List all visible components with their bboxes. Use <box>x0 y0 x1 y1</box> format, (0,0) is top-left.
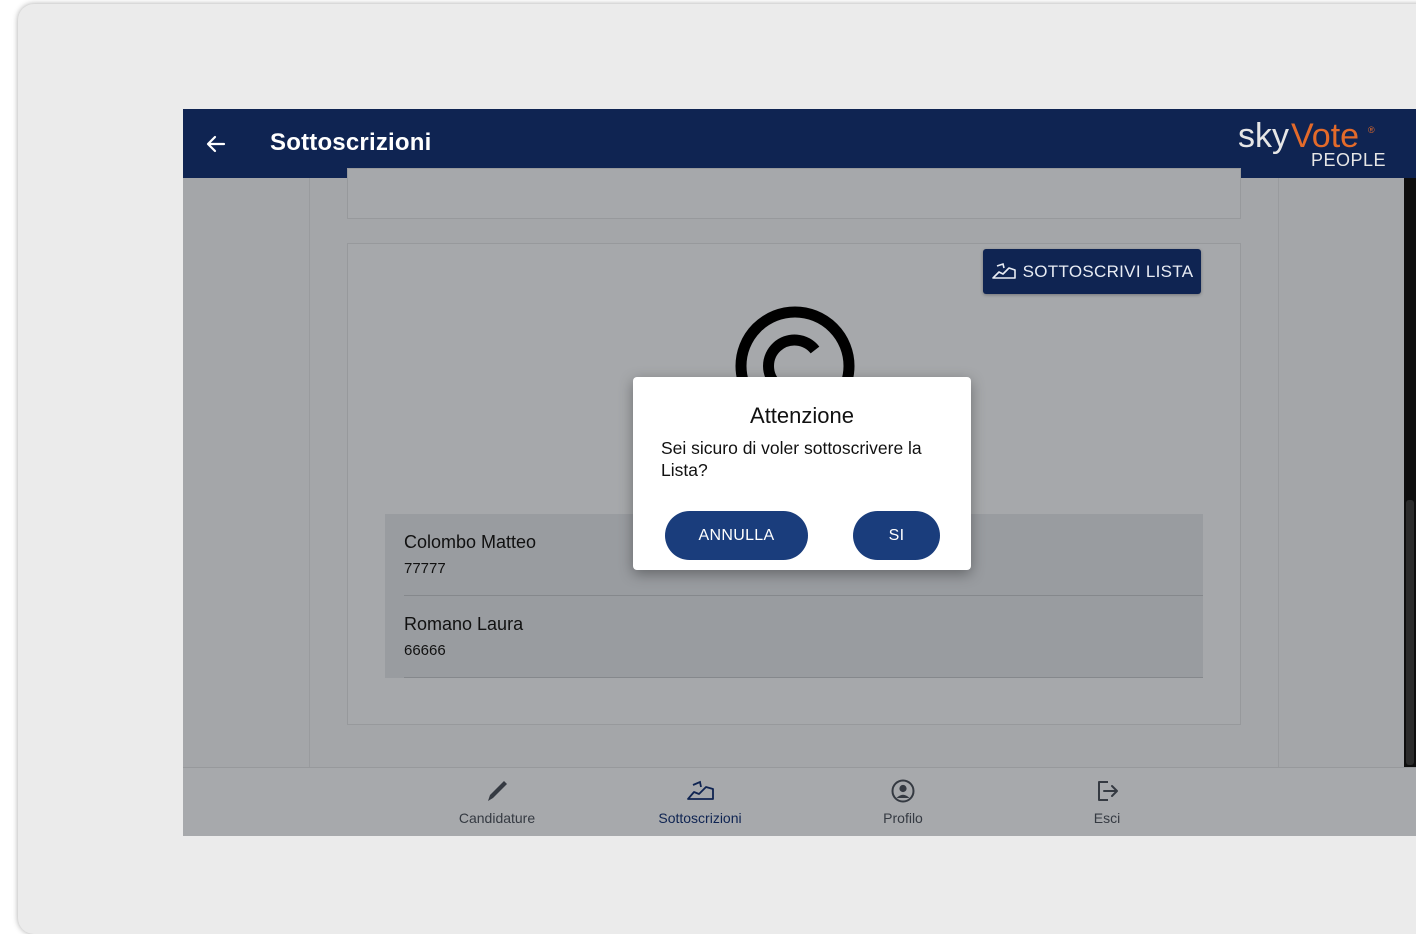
nav-item-profilo[interactable]: Profilo <box>833 778 973 833</box>
nav-item-esci[interactable]: Esci <box>1037 778 1177 833</box>
confirm-dialog: Attenzione Sei sicuro di voler sottoscri… <box>633 377 971 570</box>
skyvote-people-logo: sky Vote ® PEOPLE <box>1238 117 1387 170</box>
previous-card <box>347 168 1241 219</box>
nav-item-candidature[interactable]: Candidature <box>427 778 567 833</box>
user-circle-icon <box>891 779 915 803</box>
arrow-left-icon <box>206 135 226 153</box>
back-button[interactable] <box>201 129 231 159</box>
sign-list-button[interactable]: SOTTOSCRIVI LISTA <box>983 249 1201 294</box>
cancel-button[interactable]: ANNULLA <box>665 511 808 560</box>
bottom-navigation: Candidature Sottoscrizioni Profilo Esci <box>183 767 1416 836</box>
candidate-code: 77777 <box>404 560 446 577</box>
nav-label: Profilo <box>883 810 923 826</box>
page-title: Sottoscrizioni <box>270 129 432 156</box>
sign-hand-icon <box>991 262 1016 279</box>
scrollbar[interactable] <box>1404 178 1416 767</box>
scrollbar-thumb[interactable] <box>1406 500 1414 765</box>
candidate-name: Romano Laura <box>404 614 524 634</box>
list-item[interactable]: Romano Laura 66666 <box>404 596 1203 678</box>
dialog-message: Sei sicuro di voler sottoscrivere la Lis… <box>661 438 922 480</box>
candidate-code: 66666 <box>404 642 446 659</box>
nav-label: Esci <box>1093 810 1121 826</box>
pencil-icon <box>488 781 507 801</box>
candidate-name: Colombo Matteo <box>404 532 537 552</box>
sign-hand-icon <box>687 780 714 800</box>
nav-item-sottoscrizioni[interactable]: Sottoscrizioni <box>630 778 770 833</box>
sign-list-label: SOTTOSCRIVI LISTA <box>1022 261 1194 281</box>
confirm-button[interactable]: SI <box>853 511 940 560</box>
nav-label: Candidature <box>458 810 536 826</box>
dialog-title: Attenzione <box>750 403 854 428</box>
nav-label: Sottoscrizioni <box>658 810 742 826</box>
logout-icon <box>1098 781 1118 801</box>
